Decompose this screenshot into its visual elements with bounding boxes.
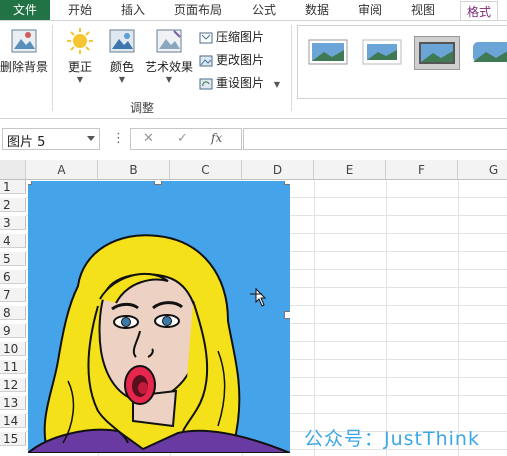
tab-view[interactable]: 视图 <box>411 0 435 20</box>
row-header-1[interactable]: 1 <box>0 180 26 194</box>
column-header-d[interactable]: D <box>242 160 314 180</box>
column-header-c[interactable]: C <box>170 160 242 180</box>
formula-bar: 图片 5 ⋮ ✕ ✓ fx <box>0 126 507 152</box>
color-dropdown-icon: ▼ <box>118 75 126 84</box>
row-header-10[interactable]: 10 <box>0 342 26 356</box>
adjust-group-label: 调整 <box>130 101 155 115</box>
row-header-8[interactable]: 8 <box>0 306 26 320</box>
cancel-icon[interactable]: ✕ <box>143 131 154 146</box>
grid-line <box>314 180 315 456</box>
select-all-corner[interactable] <box>0 160 26 180</box>
tab-formulas[interactable]: 公式 <box>252 0 276 20</box>
tab-insert[interactable]: 插入 <box>121 0 145 20</box>
row-header-6[interactable]: 6 <box>0 270 26 284</box>
row-header-14[interactable]: 14 <box>0 414 26 428</box>
row-header-15[interactable]: 15 <box>0 432 26 446</box>
row-header-4[interactable]: 4 <box>0 234 26 248</box>
color-icon <box>109 29 135 53</box>
column-header-a[interactable]: A <box>26 160 98 180</box>
row-header-9[interactable]: 9 <box>0 324 26 338</box>
remove-background-icon <box>11 29 37 53</box>
remove-background-button[interactable]: 删除背景 <box>0 27 48 75</box>
picture-style-option[interactable] <box>306 36 350 68</box>
column-header-g[interactable]: G <box>458 160 507 180</box>
resize-handle[interactable] <box>154 181 162 185</box>
style-thumbnail-icon <box>473 42 507 62</box>
tab-file[interactable]: 文件 <box>0 0 50 20</box>
tab-page-layout[interactable]: 页面布局 <box>174 0 222 20</box>
ribbon-separator <box>291 25 292 111</box>
style-thumbnail-icon <box>419 42 455 64</box>
compress-pictures-label: 压缩图片 <box>216 30 265 44</box>
change-picture-label: 更改图片 <box>216 53 265 67</box>
picture-style-option-selected[interactable] <box>414 36 460 70</box>
grid-line <box>386 180 387 456</box>
picture-style-option[interactable] <box>470 36 507 68</box>
insert-function-icon[interactable]: fx <box>211 131 222 145</box>
sun-icon <box>67 28 93 54</box>
remove-background-label: 删除背景 <box>0 60 49 74</box>
name-box[interactable]: 图片 5 <box>2 128 100 150</box>
tab-home[interactable]: 开始 <box>68 0 92 20</box>
reset-picture-button[interactable]: 重设图片 ▼ <box>198 74 280 92</box>
ribbon-separator <box>52 25 53 111</box>
row-header-12[interactable]: 12 <box>0 378 26 392</box>
move-cursor-icon <box>250 288 267 307</box>
enter-icon[interactable]: ✓ <box>177 131 188 146</box>
row-header-5[interactable]: 5 <box>0 252 26 266</box>
corrections-button[interactable]: 更正 ▼ <box>62 27 98 84</box>
formula-bar-grip-icon[interactable]: ⋮ <box>112 131 125 146</box>
tab-review[interactable]: 审阅 <box>358 0 382 20</box>
column-header-e[interactable]: E <box>314 160 386 180</box>
pop-art-woman-picture[interactable] <box>28 181 290 453</box>
artistic-effects-icon <box>156 29 182 53</box>
grid-line <box>458 180 459 456</box>
artistic-effects-button[interactable]: 艺术效果 ▼ <box>144 27 194 84</box>
reset-picture-icon <box>199 78 213 89</box>
worksheet-grid[interactable]: A B C D E F G 1 2 3 4 5 6 7 8 9 10 11 12… <box>0 160 507 456</box>
row-header-7[interactable]: 7 <box>0 288 26 302</box>
formula-input[interactable] <box>243 128 507 150</box>
column-header-f[interactable]: F <box>386 160 458 180</box>
woman-illustration <box>28 234 290 453</box>
column-header-b[interactable]: B <box>98 160 170 180</box>
change-picture-icon <box>199 55 213 66</box>
reset-dropdown-icon: ▼ <box>273 80 280 89</box>
name-box-dropdown-icon[interactable] <box>87 136 95 141</box>
picture-styles-gallery <box>297 25 507 99</box>
resize-handle[interactable] <box>284 181 290 185</box>
style-thumbnail-icon <box>362 39 402 65</box>
resize-handle[interactable] <box>284 311 290 319</box>
artistic-effects-label: 艺术效果 <box>144 60 193 74</box>
picture-style-option[interactable] <box>360 36 404 68</box>
corrections-dropdown-icon: ▼ <box>76 75 84 84</box>
row-header-3[interactable]: 3 <box>0 216 26 230</box>
change-picture-button[interactable]: 更改图片 <box>198 51 264 69</box>
resize-handle[interactable] <box>28 181 32 185</box>
artistic-effects-dropdown-icon: ▼ <box>165 75 173 84</box>
compress-icon <box>199 32 213 43</box>
compress-pictures-button[interactable]: 压缩图片 <box>198 28 264 46</box>
tab-format[interactable]: 格式 <box>460 1 499 21</box>
corrections-label: 更正 <box>67 60 92 74</box>
ribbon: 删除背景 更正 ▼ 颜色 ▼ 艺术效果 ▼ 压缩图片 更改图片 重设图片 ▼ 调… <box>0 20 507 119</box>
reset-picture-label: 重设图片 <box>216 76 265 90</box>
style-thumbnail-icon <box>308 39 348 65</box>
color-label: 颜色 <box>109 60 134 74</box>
name-box-value: 图片 5 <box>7 135 46 150</box>
row-header-2[interactable]: 2 <box>0 198 26 212</box>
row-header-11[interactable]: 11 <box>0 360 26 374</box>
watermark-text: 公众号：JustThink <box>304 428 480 450</box>
color-button[interactable]: 颜色 ▼ <box>104 27 140 84</box>
ribbon-tabs: 文件 开始 插入 页面布局 公式 数据 审阅 视图 格式 <box>0 0 507 21</box>
row-header-13[interactable]: 13 <box>0 396 26 410</box>
formula-buttons: ✕ ✓ fx <box>130 128 242 150</box>
tab-data[interactable]: 数据 <box>305 0 329 20</box>
